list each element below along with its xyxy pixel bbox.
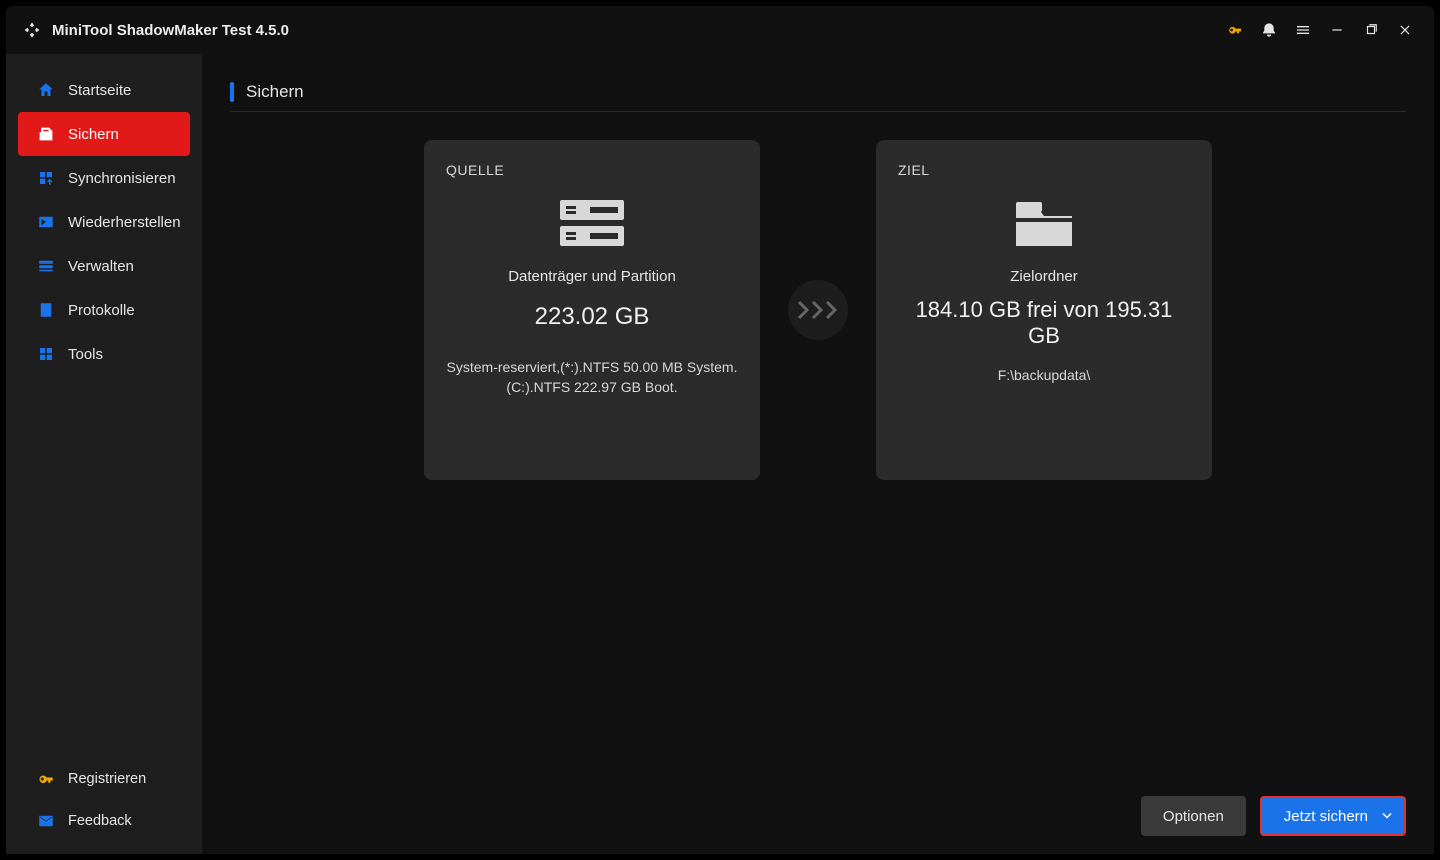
mail-icon bbox=[36, 811, 56, 831]
page-title: Sichern bbox=[246, 82, 304, 102]
sidebar-item-label: Feedback bbox=[68, 813, 132, 829]
sidebar-item-feedback[interactable]: Feedback bbox=[18, 800, 190, 842]
sidebar-item-home[interactable]: Startseite bbox=[18, 68, 190, 112]
titlebar-close-icon[interactable] bbox=[1388, 13, 1422, 47]
backup-now-button[interactable]: Jetzt sichern bbox=[1260, 796, 1406, 836]
source-card[interactable]: QUELLE bbox=[424, 140, 760, 480]
sync-icon bbox=[36, 168, 56, 188]
target-heading: ZIEL bbox=[898, 162, 1190, 178]
titlebar-maximize-icon[interactable] bbox=[1354, 13, 1388, 47]
options-button[interactable]: Optionen bbox=[1141, 796, 1246, 836]
target-card[interactable]: ZIEL Zielordner 184.10 GB frei von 195.3… bbox=[876, 140, 1212, 480]
target-subtitle: Zielordner bbox=[898, 268, 1190, 285]
tools-icon bbox=[36, 344, 56, 364]
arrow-divider bbox=[788, 280, 848, 340]
home-icon bbox=[36, 80, 56, 100]
source-subtitle: Datenträger und Partition bbox=[446, 268, 738, 285]
manage-icon bbox=[36, 256, 56, 276]
sidebar-item-label: Tools bbox=[68, 346, 103, 363]
sidebar-item-manage[interactable]: Verwalten bbox=[18, 244, 190, 288]
source-size: 223.02 GB bbox=[446, 303, 738, 331]
sidebar-item-logs[interactable]: Protokolle bbox=[18, 288, 190, 332]
titlebar-menu-icon[interactable] bbox=[1286, 13, 1320, 47]
footer-buttons: Optionen Jetzt sichern bbox=[1141, 796, 1406, 836]
backup-cards-row: QUELLE bbox=[230, 140, 1406, 480]
logs-icon bbox=[36, 300, 56, 320]
restore-icon bbox=[36, 212, 56, 232]
page-header: Sichern bbox=[230, 72, 1406, 112]
sidebar-item-label: Startseite bbox=[68, 82, 131, 99]
titlebar-notify-icon[interactable] bbox=[1252, 13, 1286, 47]
sidebar-item-label: Registrieren bbox=[68, 771, 146, 787]
folder-icon bbox=[1004, 194, 1084, 254]
sidebar-item-label: Verwalten bbox=[68, 258, 134, 275]
app-window: MiniTool ShadowMaker Test 4.5.0 Startse bbox=[6, 6, 1434, 854]
main-content: Sichern QUELLE bbox=[202, 54, 1434, 854]
source-heading: QUELLE bbox=[446, 162, 738, 178]
app-title: MiniTool ShadowMaker Test 4.5.0 bbox=[52, 22, 289, 39]
sidebar-item-label: Sichern bbox=[68, 126, 119, 143]
sidebar-item-label: Protokolle bbox=[68, 302, 135, 319]
sidebar-item-label: Wiederherstellen bbox=[68, 214, 181, 231]
chevrons-right-icon bbox=[797, 300, 839, 320]
source-detail: System-reserviert,(*:).NTFS 50.00 MB Sys… bbox=[446, 357, 738, 398]
titlebar-minimize-icon[interactable] bbox=[1320, 13, 1354, 47]
key-icon bbox=[36, 769, 56, 789]
target-free: 184.10 GB frei von 195.31 GB bbox=[898, 297, 1190, 349]
sidebar-item-backup[interactable]: Sichern bbox=[18, 112, 190, 156]
disk-icon bbox=[552, 194, 632, 254]
sidebar-item-restore[interactable]: Wiederherstellen bbox=[18, 200, 190, 244]
sidebar-item-tools[interactable]: Tools bbox=[18, 332, 190, 376]
header-accent bbox=[230, 82, 234, 102]
caret-down-icon bbox=[1382, 808, 1392, 825]
sidebar-item-label: Synchronisieren bbox=[68, 170, 176, 187]
sidebar: Startseite Sichern Synchronisieren Wiede… bbox=[6, 54, 202, 854]
backup-icon bbox=[36, 124, 56, 144]
target-path: F:\backupdata\ bbox=[898, 365, 1190, 385]
titlebar: MiniTool ShadowMaker Test 4.5.0 bbox=[6, 6, 1434, 54]
app-logo-icon bbox=[22, 20, 42, 40]
sidebar-item-register[interactable]: Registrieren bbox=[18, 758, 190, 800]
titlebar-key-icon[interactable] bbox=[1218, 13, 1252, 47]
sidebar-item-sync[interactable]: Synchronisieren bbox=[18, 156, 190, 200]
